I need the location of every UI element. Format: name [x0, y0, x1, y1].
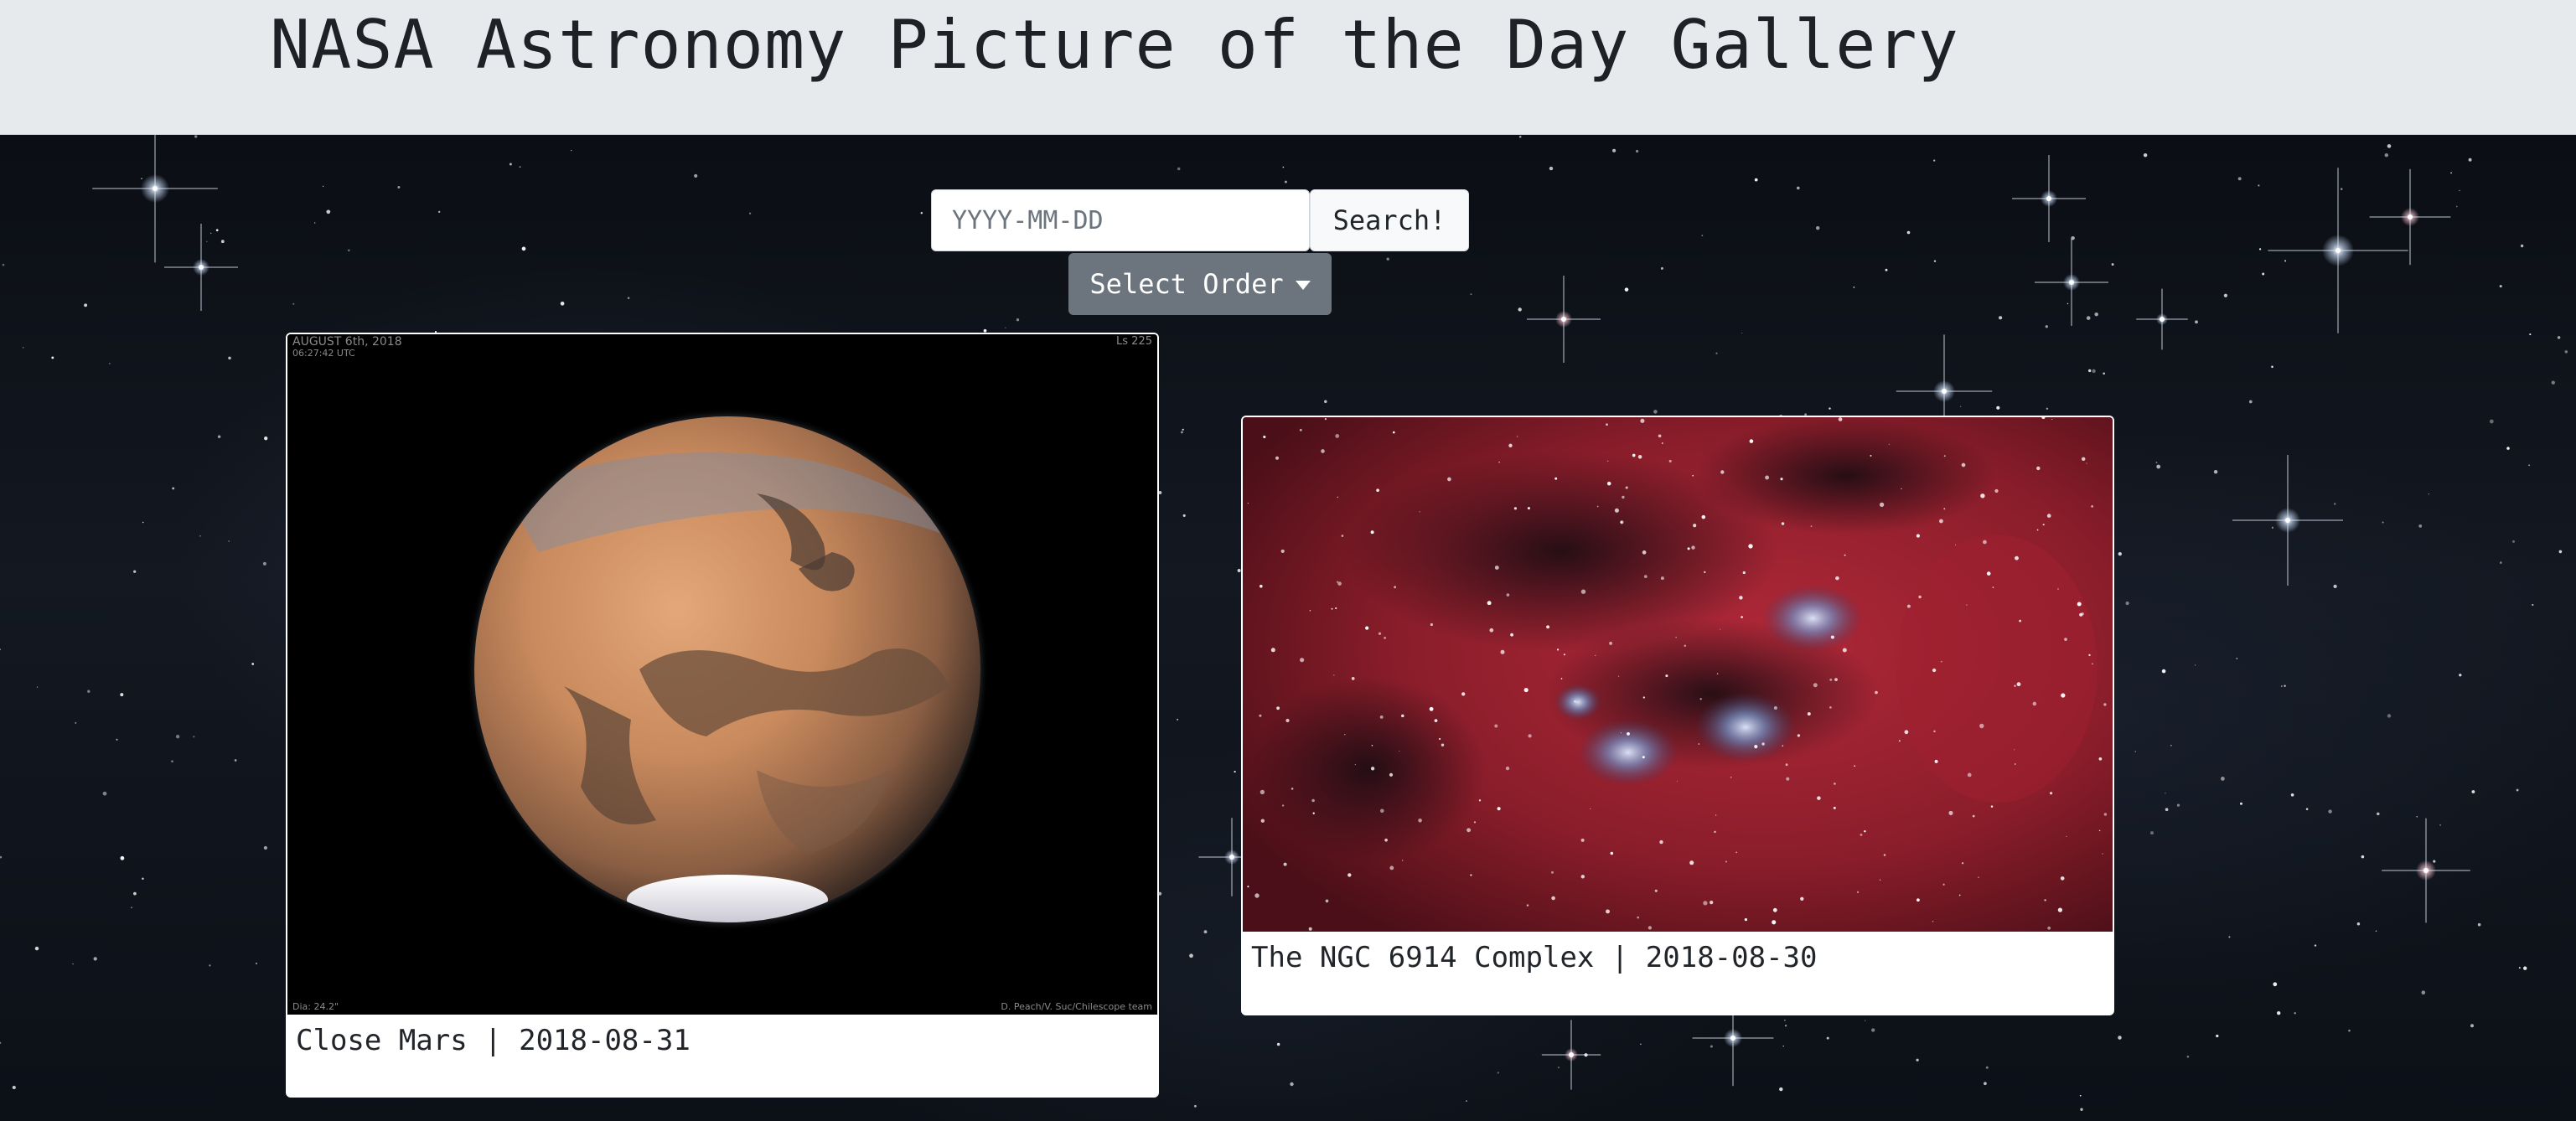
image-time-overlay: 06:27:42 UTC	[292, 348, 355, 359]
gallery-card[interactable]: AUGUST 6th, 2018 06:27:42 UTC Ls 225 Dia…	[286, 333, 1159, 1098]
gallery-card[interactable]: The NGC 6914 Complex | 2018-08-30	[1241, 416, 2114, 1015]
select-order-label: Select Order	[1089, 268, 1284, 300]
apod-image-ngc6914[interactable]	[1243, 417, 2113, 932]
mars-image-graphic	[287, 334, 1157, 1015]
select-order-dropdown[interactable]: Select Order	[1068, 253, 1332, 315]
nebula-image-graphic	[1243, 417, 2113, 932]
search-button[interactable]: Search!	[1310, 189, 1469, 251]
page-title: NASA Astronomy Picture of the Day Galler…	[270, 6, 1959, 84]
search-button-label: Search!	[1332, 204, 1446, 236]
caret-down-icon	[1295, 280, 1311, 290]
page-header: NASA Astronomy Picture of the Day Galler…	[0, 0, 2576, 135]
card-caption: Close Mars | 2018-08-31	[296, 1024, 691, 1057]
image-credit-overlay: D. Peach/V. Suc/Chilescope team	[1001, 1001, 1152, 1012]
card-caption: The NGC 6914 Complex | 2018-08-30	[1251, 941, 1818, 974]
image-diameter-overlay: Dia: 24.2"	[292, 1001, 339, 1012]
apod-image-mars[interactable]: AUGUST 6th, 2018 06:27:42 UTC Ls 225 Dia…	[287, 334, 1157, 1015]
date-search-input[interactable]	[931, 189, 1310, 251]
image-date-overlay: AUGUST 6th, 2018	[292, 335, 402, 349]
image-ls-overlay: Ls 225	[1116, 335, 1152, 348]
